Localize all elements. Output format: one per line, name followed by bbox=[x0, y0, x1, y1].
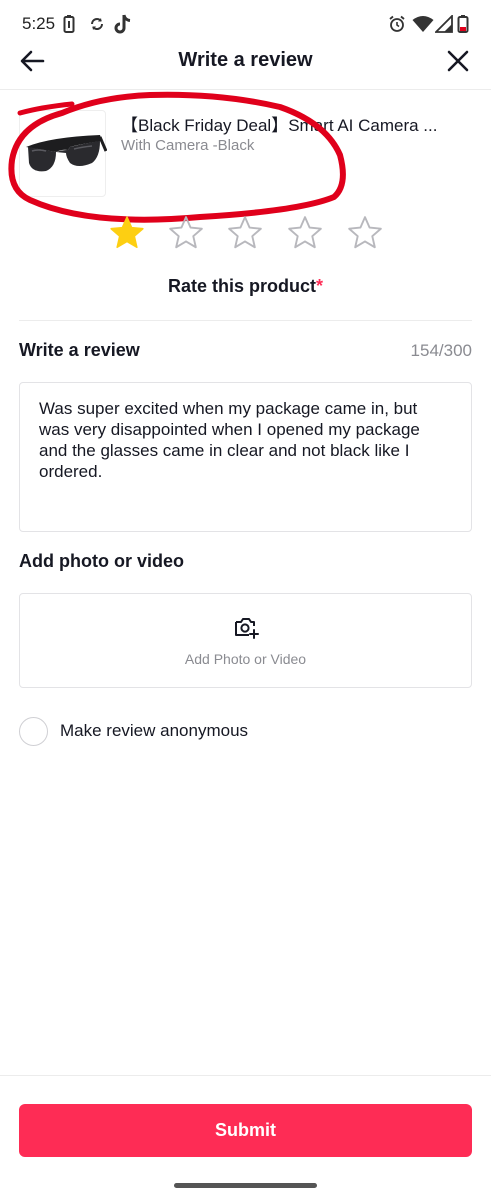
sync-icon bbox=[91, 18, 103, 30]
add-media-button[interactable]: Add Photo or Video bbox=[19, 593, 472, 688]
wifi-icon bbox=[412, 16, 434, 32]
review-heading: Write a review bbox=[19, 340, 140, 360]
section-divider bbox=[19, 320, 472, 321]
review-textarea[interactable]: Was super excited when my package came i… bbox=[19, 382, 472, 532]
signal-icon bbox=[435, 15, 453, 33]
required-mark: * bbox=[316, 276, 324, 296]
tiktok-icon bbox=[114, 14, 131, 34]
battery-saver-icon bbox=[63, 15, 75, 33]
media-heading: Add photo or video bbox=[19, 551, 184, 571]
rate-label: Rate this product* bbox=[0, 276, 491, 297]
star-2-icon[interactable] bbox=[167, 214, 205, 252]
product-thumbnail bbox=[19, 110, 108, 197]
sunglasses-product-image bbox=[26, 135, 108, 172]
anonymous-radio[interactable] bbox=[19, 717, 48, 746]
page-title: Write a review bbox=[178, 49, 313, 71]
close-icon[interactable] bbox=[443, 46, 473, 76]
star-5-icon[interactable] bbox=[346, 214, 384, 252]
battery-icon bbox=[457, 15, 469, 33]
home-indicator[interactable] bbox=[174, 1183, 317, 1188]
anonymous-label[interactable]: Make review anonymous bbox=[60, 721, 248, 741]
product-variant: With Camera -Black bbox=[121, 137, 255, 154]
star-1-filled-icon[interactable] bbox=[108, 214, 146, 252]
star-3-icon[interactable] bbox=[226, 214, 264, 252]
star-4-icon[interactable] bbox=[286, 214, 324, 252]
header: Write a review bbox=[0, 46, 491, 90]
submit-button[interactable]: Submit bbox=[19, 1104, 472, 1157]
char-count: 154/300 bbox=[410, 341, 472, 360]
star-rating bbox=[108, 214, 388, 256]
alarm-icon bbox=[389, 15, 405, 32]
camera-add-icon bbox=[235, 618, 259, 639]
bottom-divider bbox=[0, 1075, 491, 1076]
add-media-label: Add Photo or Video bbox=[184, 651, 307, 667]
rate-label-text: Rate this product bbox=[167, 276, 316, 296]
product-title[interactable]: 【Black Friday Deal】Smart AI Camera ... bbox=[121, 111, 481, 136]
status-time: 5:25 bbox=[22, 14, 56, 33]
status-bar: 5:25 bbox=[0, 0, 491, 46]
